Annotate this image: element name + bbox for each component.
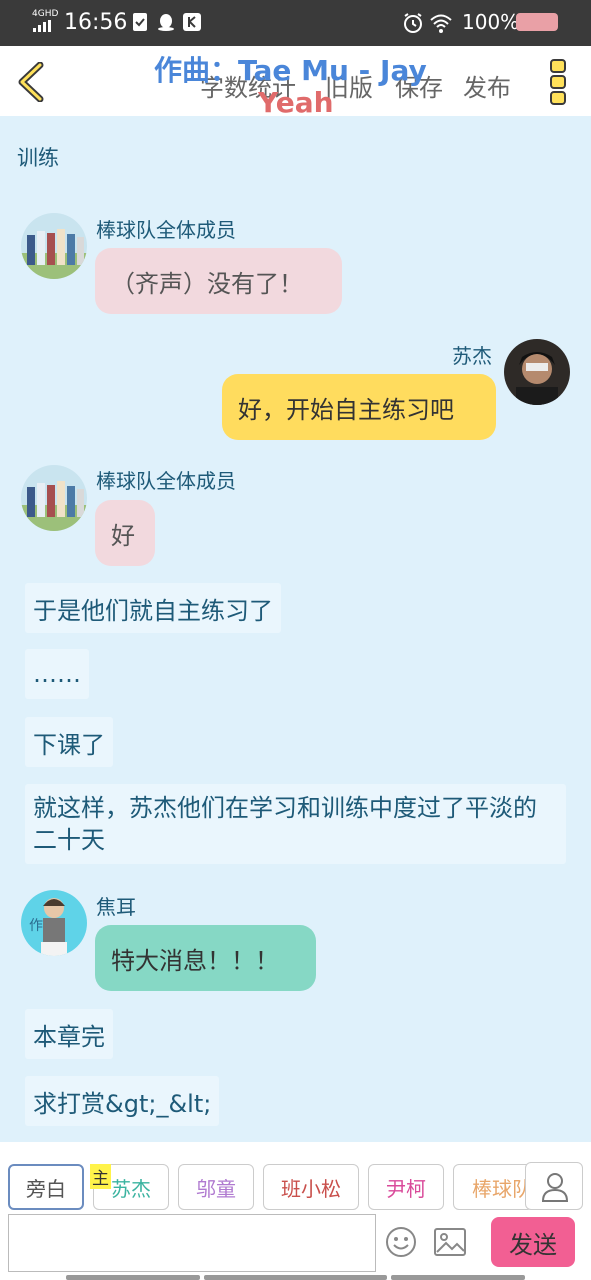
- composer-area: 旁白 苏杰 主 邬童 班小松 尹柯 棒球队 发送: [0, 1142, 591, 1280]
- alarm-icon: [404, 13, 422, 33]
- team-avatar[interactable]: [21, 213, 87, 279]
- publish-button[interactable]: 发布: [463, 68, 511, 103]
- back-arrow-icon[interactable]: [14, 62, 48, 102]
- main-character-badge: 主: [90, 1164, 111, 1189]
- lyrics-overlay-sub: Yeah: [258, 86, 334, 119]
- scroll-indicator: [66, 1275, 200, 1280]
- battery-level: 100%: [462, 10, 520, 34]
- character-chip-yinke[interactable]: 尹柯: [368, 1164, 444, 1210]
- narration-text[interactable]: 于是他们就自主练习了: [25, 583, 281, 633]
- sujie-avatar[interactable]: [504, 339, 570, 405]
- section-label: 训练: [17, 146, 59, 170]
- narration-text[interactable]: ……: [25, 649, 89, 699]
- k-icon: [183, 13, 201, 31]
- image-icon[interactable]: [433, 1226, 467, 1258]
- scroll-indicator: [204, 1275, 387, 1280]
- character-chip-team[interactable]: 棒球队: [453, 1164, 533, 1210]
- signal-icon: [33, 20, 51, 32]
- clock-time: 16:56: [64, 10, 128, 35]
- narration-text[interactable]: 本章完: [25, 1009, 113, 1059]
- character-chip-banxiaosong[interactable]: 班小松: [263, 1164, 359, 1210]
- narration-text[interactable]: 就这样，苏杰他们在学习和训练中度过了平淡的二十天: [25, 784, 566, 864]
- message-bubble[interactable]: 好，开始自主练习吧: [222, 374, 496, 440]
- send-button[interactable]: 发送: [491, 1217, 575, 1267]
- user-icon: [541, 1173, 569, 1202]
- lyrics-overlay-title: 作曲：Tae Mu - Jay: [154, 54, 427, 87]
- message-bubble[interactable]: 特大消息！！！: [95, 925, 316, 991]
- sender-name: 焦耳: [96, 895, 136, 919]
- battery-icon: [516, 13, 558, 31]
- svg-text:作: 作: [29, 918, 43, 934]
- narration-text[interactable]: 下课了: [25, 717, 113, 767]
- network-type: 4GHD: [32, 9, 59, 19]
- wifi-icon: [430, 14, 452, 33]
- character-chip-wutong[interactable]: 邬童: [178, 1164, 254, 1210]
- emoji-icon[interactable]: [385, 1226, 417, 1258]
- sender-name: 棒球队全体成员: [96, 218, 236, 242]
- sender-name: 棒球队全体成员: [96, 469, 236, 493]
- team-avatar[interactable]: [21, 465, 87, 531]
- editor-header: 字数统计 旧版 保存 发布 作曲：Tae Mu - Jay Yeah: [0, 46, 591, 119]
- qq-icon: [158, 14, 174, 31]
- message-input[interactable]: [8, 1214, 376, 1272]
- more-menu-icon[interactable]: [549, 58, 567, 106]
- scroll-indicator: [391, 1275, 525, 1280]
- status-bar: 4GHD 16:56 100%: [0, 0, 591, 46]
- check-icon: [133, 13, 147, 31]
- narration-text[interactable]: 求打赏&gt;_&lt;: [25, 1076, 220, 1126]
- jiaoer-avatar[interactable]: 作: [21, 890, 87, 956]
- message-bubble[interactable]: 好: [95, 500, 155, 566]
- message-bubble[interactable]: （齐声）没有了！: [95, 248, 342, 314]
- select-character-button[interactable]: [525, 1162, 583, 1210]
- sender-name: 苏杰: [452, 344, 492, 368]
- character-chip-narrator[interactable]: 旁白: [8, 1164, 84, 1210]
